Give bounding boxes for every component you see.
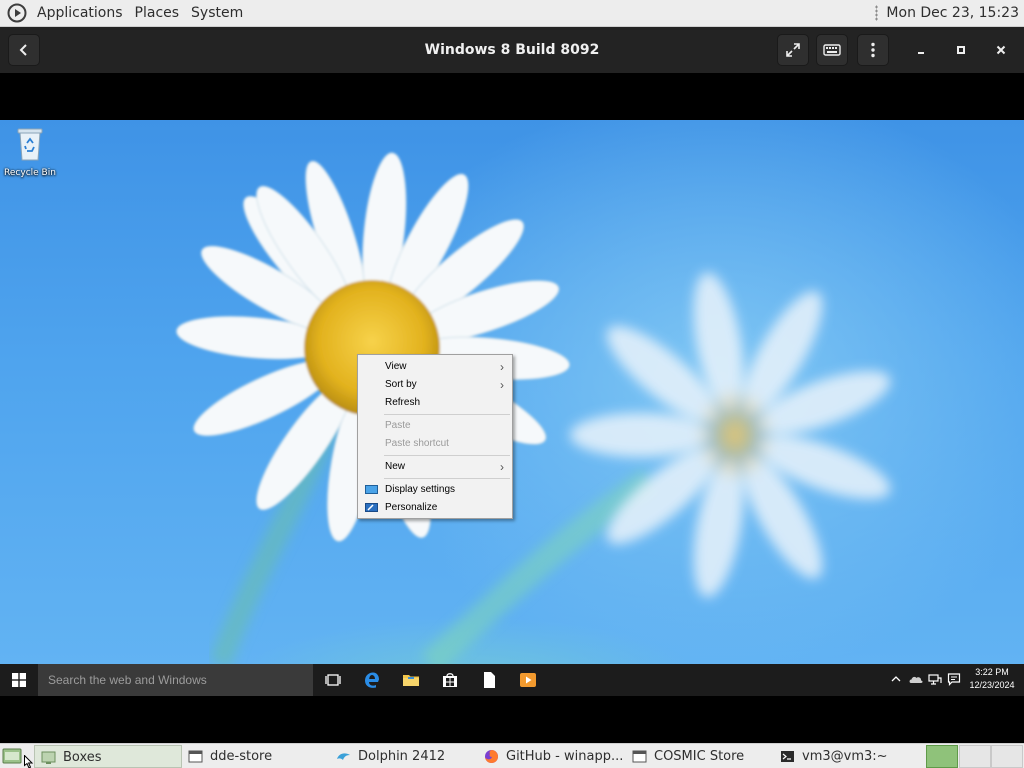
media-player-icon[interactable]: [519, 671, 537, 689]
window-icon: [188, 750, 203, 763]
submenu-arrow-icon: ›: [500, 360, 504, 374]
windows-clock[interactable]: 3:22 PM 12/23/2024: [962, 666, 1022, 692]
document-icon[interactable]: [480, 671, 498, 689]
keyboard-button[interactable]: [816, 34, 848, 66]
edge-icon[interactable]: [363, 671, 381, 689]
back-button[interactable]: [8, 34, 40, 66]
bottom-panel: Boxes dde-store Dolphin 2412 GitHub - wi…: [0, 743, 1024, 768]
task-dolphin[interactable]: Dolphin 2412: [330, 745, 478, 768]
panel-handle[interactable]: [875, 5, 879, 21]
submenu-arrow-icon: ›: [500, 378, 504, 392]
context-item-refresh[interactable]: Refresh: [358, 394, 512, 412]
maximize-icon: [957, 46, 965, 54]
windows-taskbar: Search the web and Windows 3:22 PM 12/23…: [0, 664, 1024, 696]
terminal-icon: [781, 751, 794, 762]
vm-display[interactable]: Recycle Bin View › Sort by › Refresh Paste…: [0, 73, 1024, 713]
panel-clock[interactable]: Mon Dec 23, 15:23: [886, 5, 1024, 21]
window-header: Windows 8 Build 8092: [0, 27, 1024, 73]
windows-logo-icon: [12, 673, 26, 687]
menu-button[interactable]: [857, 34, 889, 66]
task-cosmic-store[interactable]: COSMIC Store: [626, 745, 774, 768]
show-desktop-icon[interactable]: [2, 747, 22, 765]
network-icon[interactable]: [928, 672, 942, 686]
display-icon: [365, 485, 378, 494]
window-title: Windows 8 Build 8092: [424, 42, 600, 58]
search-box[interactable]: Search the web and Windows: [38, 664, 313, 696]
task-view-icon[interactable]: [324, 671, 342, 689]
chevron-up-icon[interactable]: [889, 672, 903, 686]
context-item-new[interactable]: New ›: [358, 458, 512, 476]
top-panel: Applications Places System Mon Dec 23, 1…: [0, 0, 1024, 27]
menu-places[interactable]: Places: [129, 0, 186, 27]
context-item-view[interactable]: View ›: [358, 358, 512, 376]
context-item-display-settings[interactable]: Display settings: [358, 481, 512, 499]
back-icon: [19, 44, 27, 56]
task-github-firefox[interactable]: GitHub - winapp...: [478, 745, 626, 768]
submenu-arrow-icon: ›: [500, 460, 504, 474]
context-item-paste: Paste: [385, 420, 411, 431]
task-boxes[interactable]: Boxes: [34, 745, 182, 768]
workspace-2[interactable]: [959, 745, 991, 768]
window-icon: [632, 750, 647, 763]
recycle-bin-icon: [17, 128, 43, 161]
keyboard-icon: [823, 44, 841, 56]
mouse-pointer-icon: [24, 755, 34, 768]
context-menu: View › Sort by › Refresh Paste Paste short…: [357, 354, 513, 519]
menu-applications[interactable]: Applications: [31, 0, 129, 27]
file-explorer-icon[interactable]: [402, 671, 420, 689]
recycle-bin-label: Recycle Bin: [4, 168, 56, 178]
menu-system[interactable]: System: [185, 0, 249, 27]
notification-icon[interactable]: [947, 672, 961, 686]
personalize-icon: [365, 503, 378, 512]
minimize-button[interactable]: [909, 38, 933, 62]
minimize-icon: [918, 52, 924, 54]
recycle-bin[interactable]: Recycle Bin: [4, 126, 56, 178]
menu-separator: [384, 455, 510, 456]
close-icon: [996, 45, 1006, 55]
boxes-icon: [41, 751, 56, 764]
store-icon[interactable]: [441, 671, 459, 689]
context-item-personalize[interactable]: Personalize: [358, 499, 512, 517]
close-button[interactable]: [989, 38, 1013, 62]
task-dde-store[interactable]: dde-store: [182, 745, 330, 768]
workspace-3[interactable]: [991, 745, 1023, 768]
menu-separator: [384, 478, 510, 479]
windows-time: 3:22 PM: [975, 667, 1009, 677]
context-item-paste-shortcut: Paste shortcut: [385, 438, 449, 449]
firefox-icon: [485, 750, 498, 763]
start-button[interactable]: [0, 664, 38, 696]
onedrive-icon[interactable]: [909, 672, 923, 686]
maximize-button[interactable]: [949, 38, 973, 62]
fullscreen-button[interactable]: [777, 34, 809, 66]
menu-separator: [384, 414, 510, 415]
dolphin-icon: [337, 753, 350, 760]
task-terminal[interactable]: vm3@vm3:~: [774, 745, 922, 768]
workspace-1[interactable]: [926, 745, 958, 768]
windows-date: 12/23/2024: [969, 680, 1015, 690]
context-item-sort-by[interactable]: Sort by ›: [358, 376, 512, 394]
windows-desktop[interactable]: Recycle Bin View › Sort by › Refresh Paste…: [0, 120, 1024, 664]
fullscreen-icon: [786, 43, 800, 57]
system-logo-icon[interactable]: [7, 3, 27, 23]
kebab-menu-icon: [871, 42, 875, 58]
